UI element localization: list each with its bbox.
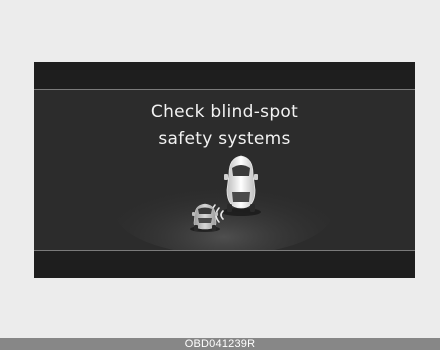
figure-code: OBD041239R [184, 338, 256, 350]
page: Check blind-spot safety systems OBD04123… [0, 0, 440, 350]
cluster-display: Check blind-spot safety systems [34, 62, 415, 278]
display-top-strip [34, 62, 415, 89]
blind-spot-illustration [114, 155, 334, 250]
figure-code-bar: OBD041239R [0, 338, 440, 350]
display-bottom-strip [34, 251, 415, 278]
